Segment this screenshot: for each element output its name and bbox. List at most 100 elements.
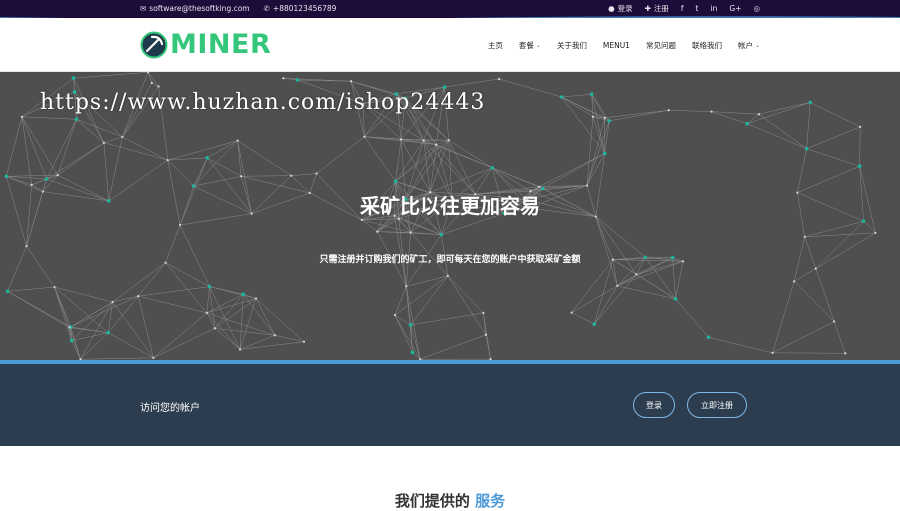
- network-node: [586, 184, 588, 186]
- services-heading-accent: 服务: [475, 492, 505, 510]
- email-contact[interactable]: ✉ software@thesoftking.com: [140, 4, 250, 13]
- phone-contact[interactable]: ✆ +880123456789: [264, 4, 337, 13]
- nav-item-home[interactable]: 主页: [488, 40, 503, 51]
- network-node: [771, 352, 773, 354]
- network-node: [361, 219, 363, 221]
- network-node: [25, 245, 27, 247]
- network-node: [106, 331, 110, 335]
- register-button[interactable]: 立即注册: [687, 392, 747, 418]
- network-node: [409, 323, 413, 327]
- services-heading: 我们提供的 服务: [0, 490, 900, 511]
- network-node: [859, 126, 861, 128]
- nav-item-faq[interactable]: 常见问题: [646, 40, 676, 51]
- site-logo[interactable]: MINER: [140, 31, 271, 59]
- network-node: [290, 175, 292, 177]
- top-login-label: 登录: [618, 3, 633, 14]
- instagram-icon[interactable]: ◎: [753, 4, 760, 13]
- network-node: [376, 230, 378, 232]
- google-plus-icon[interactable]: G+: [729, 4, 741, 13]
- network-node: [604, 117, 606, 119]
- twitter-icon[interactable]: t: [696, 4, 699, 13]
- account-access-band: 访问您的帐户 登录 立即注册: [0, 364, 900, 446]
- hero-title: 采矿比以往更加容易: [0, 190, 900, 219]
- network-node: [239, 348, 241, 350]
- network-node: [152, 357, 154, 359]
- network-node: [833, 320, 835, 322]
- network-node: [45, 177, 49, 181]
- site-header: MINER 主页 套餐⌄ 关于我们 MENU1 常见问题 联络我们 帐户⌄: [0, 18, 900, 72]
- network-node: [571, 311, 573, 313]
- network-node: [53, 286, 55, 288]
- nav-item-account[interactable]: 帐户⌄: [738, 40, 760, 51]
- network-node: [805, 147, 809, 151]
- watermark-url: https://www.huzhan.com/ishop24443: [40, 90, 485, 115]
- network-node: [538, 186, 540, 188]
- network-node: [167, 159, 169, 161]
- network-node: [710, 111, 712, 113]
- network-node: [157, 85, 159, 87]
- network-node: [68, 326, 70, 328]
- nav-item-menu1[interactable]: MENU1: [603, 40, 630, 51]
- phone-text: +880123456789: [273, 4, 337, 13]
- nav-label: MENU1: [603, 41, 630, 50]
- contact-info: ✉ software@thesoftking.com ✆ +8801234567…: [140, 4, 336, 13]
- network-node: [282, 77, 284, 79]
- top-register-link[interactable]: ✚ 注册: [645, 3, 669, 14]
- nav-item-contact[interactable]: 联络我们: [692, 40, 722, 51]
- nav-item-about[interactable]: 关于我们: [557, 40, 587, 51]
- network-node: [242, 293, 246, 297]
- network-node: [804, 236, 806, 238]
- hero-subtitle: 只需注册并订购我们的矿工，即可每天在您的账户中获取采矿金额: [0, 252, 900, 265]
- network-node: [482, 312, 484, 314]
- network-node: [400, 138, 402, 140]
- network-node: [607, 119, 611, 123]
- network-node: [405, 285, 407, 287]
- nav-label: 主页: [488, 40, 503, 51]
- network-node: [560, 95, 564, 99]
- network-node: [205, 156, 209, 160]
- network-node: [758, 113, 760, 115]
- network-node: [447, 275, 449, 277]
- network-node: [103, 142, 105, 144]
- network-node: [635, 273, 637, 275]
- network-node: [121, 136, 123, 138]
- email-text: software@thesoftking.com: [149, 4, 249, 13]
- network-node: [491, 166, 495, 170]
- nav-label: 套餐: [519, 40, 534, 51]
- network-node: [844, 352, 846, 354]
- network-node: [208, 285, 212, 289]
- network-node: [137, 295, 139, 297]
- network-node: [206, 312, 208, 314]
- network-node: [240, 175, 242, 177]
- network-node: [435, 144, 437, 146]
- login-button[interactable]: 登录: [633, 392, 675, 418]
- network-node: [350, 80, 352, 82]
- network-node: [498, 78, 500, 80]
- network-node: [192, 184, 196, 188]
- network-node: [793, 280, 795, 282]
- services-heading-prefix: 我们提供的: [395, 492, 470, 510]
- chevron-down-icon: ⌄: [536, 42, 541, 49]
- nav-label: 常见问题: [646, 40, 676, 51]
- network-node: [410, 231, 412, 233]
- network-node: [592, 322, 596, 326]
- network-node: [808, 101, 812, 105]
- network-node: [57, 174, 59, 176]
- network-node: [111, 301, 113, 303]
- top-register-label: 注册: [654, 3, 669, 14]
- network-node: [862, 219, 866, 223]
- facebook-icon[interactable]: f: [681, 4, 684, 13]
- network-node: [674, 297, 678, 301]
- top-login-link[interactable]: ● 登录: [608, 3, 633, 14]
- phone-icon: ✆: [264, 4, 270, 13]
- network-node: [485, 334, 487, 336]
- nav-label: 关于我们: [557, 40, 587, 51]
- nav-item-packages[interactable]: 套餐⌄: [519, 40, 541, 51]
- network-node: [394, 314, 396, 316]
- linkedin-icon[interactable]: in: [711, 4, 718, 13]
- network-node: [858, 164, 862, 168]
- network-node: [274, 334, 276, 336]
- network-node: [72, 76, 76, 80]
- top-bar-actions: ● 登录 ✚ 注册 f t in G+ ◎: [608, 3, 760, 14]
- network-node: [70, 339, 74, 343]
